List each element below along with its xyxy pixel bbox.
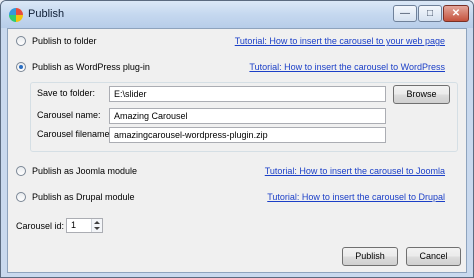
- drupal-radio-label: Publish as Drupal module: [32, 192, 135, 202]
- option-joomla[interactable]: Publish as Joomla module: [16, 164, 137, 178]
- option-folder[interactable]: Publish to folder: [16, 34, 97, 48]
- joomla-tutorial-link[interactable]: Tutorial: How to insert the carousel to …: [265, 166, 445, 176]
- drupal-tutorial-link[interactable]: Tutorial: How to insert the carousel to …: [267, 192, 445, 202]
- wordpress-radio[interactable]: [16, 62, 26, 72]
- save-folder-label: Save to folder:: [37, 88, 96, 98]
- drupal-radio[interactable]: [16, 192, 26, 202]
- joomla-radio-label: Publish as Joomla module: [32, 166, 138, 176]
- folder-tutorial-link[interactable]: Tutorial: How to insert the carousel to …: [235, 36, 445, 46]
- folder-radio[interactable]: [16, 36, 26, 46]
- window-title: Publish: [28, 8, 65, 20]
- publish-button[interactable]: Publish: [342, 247, 398, 266]
- carousel-name-label: Carousel name:: [37, 110, 101, 120]
- save-folder-input[interactable]: [109, 86, 386, 102]
- maximize-button[interactable]: □: [418, 5, 442, 22]
- option-drupal[interactable]: Publish as Drupal module: [16, 190, 135, 204]
- spin-down-arrow-icon[interactable]: [94, 227, 100, 230]
- carousel-name-input[interactable]: [109, 108, 386, 124]
- carousel-id-spinner[interactable]: 1: [66, 218, 103, 233]
- carousel-filename-input[interactable]: [109, 127, 386, 143]
- app-icon: [9, 8, 23, 22]
- cancel-button[interactable]: Cancel: [406, 247, 461, 266]
- spinner-buttons[interactable]: [91, 219, 102, 232]
- carousel-id-value[interactable]: 1: [71, 220, 76, 230]
- close-button[interactable]: ✕: [443, 5, 469, 22]
- joomla-radio[interactable]: [16, 166, 26, 176]
- wordpress-settings-group: Save to folder: Browse Carousel name: Ca…: [30, 82, 458, 152]
- wordpress-tutorial-link[interactable]: Tutorial: How to insert the carousel to …: [249, 62, 445, 72]
- option-wordpress[interactable]: Publish as WordPress plug-in: [16, 60, 150, 74]
- title-bar[interactable]: Publish — □ ✕: [1, 1, 473, 28]
- wordpress-radio-label: Publish as WordPress plug-in: [32, 62, 150, 72]
- minimize-button[interactable]: —: [393, 5, 417, 22]
- carousel-filename-label: Carousel filename:: [37, 129, 113, 139]
- folder-radio-label: Publish to folder: [32, 36, 97, 46]
- publish-dialog: Publish — □ ✕ Publish to folder Tutorial…: [0, 0, 474, 278]
- carousel-id-label: Carousel id:: [16, 221, 65, 231]
- spin-up-arrow-icon[interactable]: [94, 221, 100, 224]
- dialog-body: Publish to folder Tutorial: How to inser…: [7, 28, 467, 273]
- browse-button[interactable]: Browse: [393, 85, 450, 104]
